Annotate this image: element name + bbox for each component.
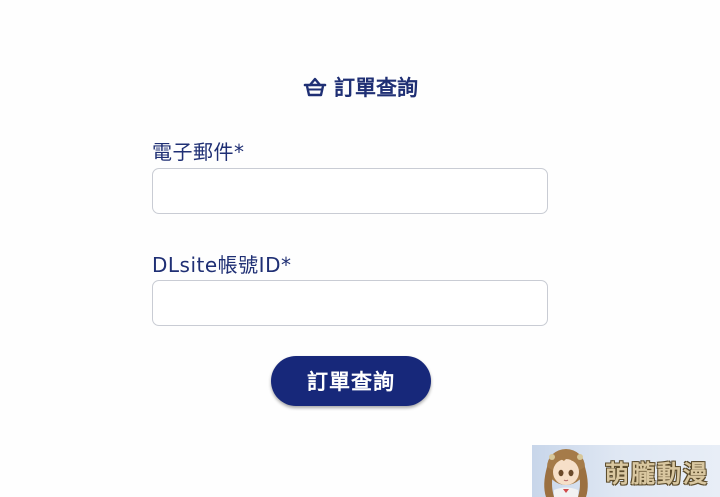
basket-icon	[302, 74, 328, 100]
watermark-text: 萌朧動漫	[605, 460, 709, 488]
order-query-page: 訂單查詢 電子郵件* DLsite帳號ID* 訂單查詢 萌朧動漫	[0, 0, 720, 497]
email-field[interactable]	[152, 168, 548, 214]
anime-girl-icon	[544, 449, 588, 497]
page-heading: 訂單查詢	[0, 72, 720, 102]
order-query-button[interactable]: 訂單查詢	[271, 356, 431, 406]
dlsite-id-label: DLsite帳號ID*	[152, 253, 292, 277]
email-label: 電子郵件*	[152, 140, 245, 164]
watermark-logo: 萌朧動漫	[532, 445, 720, 497]
page-title: 訂單查詢	[334, 76, 418, 100]
dlsite-id-field[interactable]	[152, 280, 548, 326]
